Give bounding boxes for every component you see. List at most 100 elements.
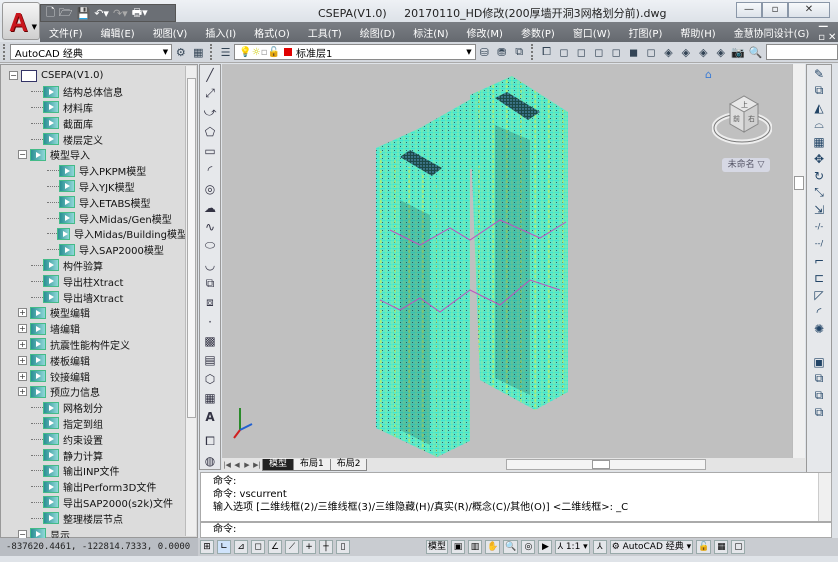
view-3-icon[interactable]: ⧉ — [807, 387, 831, 404]
iso-nw-icon[interactable]: ◈ — [713, 44, 728, 60]
new-icon[interactable]: 🗋 — [46, 4, 55, 23]
view-2-icon[interactable]: ⧉ — [807, 370, 831, 387]
tree-item[interactable]: 截面库 — [5, 115, 187, 131]
view-right-icon[interactable]: ◻ — [608, 44, 623, 60]
otrack-icon[interactable]: ⟋ — [285, 540, 299, 554]
menu-item[interactable]: 金慧协同设计(G) — [725, 25, 819, 40]
tree-item[interactable]: − 模型导入 — [5, 147, 187, 163]
array-icon[interactable]: ▦ — [807, 133, 831, 150]
ellipse-arc-icon[interactable]: ◡ — [200, 255, 220, 274]
join-icon[interactable]: ⊏ — [807, 269, 831, 286]
point-icon[interactable]: · — [200, 312, 220, 331]
make-current-icon[interactable]: ⛁ — [477, 44, 492, 60]
trim-icon[interactable]: -/- — [807, 218, 831, 235]
tree-item[interactable]: 楼层定义 — [5, 131, 187, 147]
maximize-button[interactable]: ▫ — [762, 2, 788, 18]
layouts-icon[interactable]: ▥ — [468, 540, 483, 554]
tree-item[interactable]: 静力计算 — [5, 447, 187, 463]
grid-icon[interactable]: ∟ — [217, 540, 231, 554]
rectangle-icon[interactable]: ▭ — [200, 141, 220, 160]
tree-scrollbar[interactable] — [185, 66, 196, 536]
application-menu-button[interactable]: A ▼ — [2, 2, 40, 40]
tree-item[interactable]: 导出SAP2000(s2k)文件 — [5, 495, 187, 511]
iso-sw-icon[interactable]: ◈ — [661, 44, 676, 60]
gear-icon[interactable]: ⚙ — [173, 44, 188, 60]
tree-item[interactable]: 导入Midas/Building模型 — [5, 226, 187, 242]
menu-item[interactable]: 工具(T) — [299, 25, 351, 40]
scrollbar-thumb[interactable] — [794, 176, 804, 190]
lineweight-icon[interactable]: ┼ — [319, 540, 333, 554]
chamfer-icon[interactable]: ◸ — [807, 286, 831, 303]
camera-icon[interactable]: 📷 — [730, 44, 745, 60]
workspace-switch[interactable]: ⚙ AutoCAD 经典 ▾ — [609, 540, 694, 554]
view-1-icon[interactable]: ▣ — [807, 353, 831, 370]
make-block-icon[interactable]: ⧈ — [200, 293, 220, 312]
scrollbar-thumb[interactable] — [187, 78, 196, 418]
tab-layout1[interactable]: 布局1 — [293, 458, 331, 471]
spline-icon[interactable]: ∿ — [200, 217, 220, 236]
view-left-icon[interactable]: ◻ — [591, 44, 606, 60]
revcloud-icon[interactable]: ☁ — [200, 198, 220, 217]
layer-manager-icon[interactable]: ☰ — [218, 44, 233, 60]
prev-tab-icon[interactable]: ◀ — [232, 461, 242, 469]
view-front-icon[interactable]: ◼ — [626, 44, 641, 60]
layer-state-icon[interactable]: ⧉ — [511, 44, 526, 60]
toolbar-grip[interactable] — [209, 44, 214, 60]
tree-item[interactable]: 导入Midas/Gen模型 — [5, 210, 187, 226]
layout-icon[interactable]: ▣ — [451, 540, 466, 554]
minimize-button[interactable]: — — [736, 2, 762, 18]
zoom-previous-icon[interactable]: 🔍 — [748, 44, 763, 60]
tree-item[interactable]: 结构总体信息 — [5, 84, 187, 100]
mirror-icon[interactable]: ◭ — [807, 99, 831, 116]
tree-item[interactable]: − CSEPA(V1.0) — [5, 68, 187, 84]
named-view-dropdown[interactable]: 未命名 ▽ — [722, 158, 770, 172]
scale-icon[interactable]: ⤡ — [807, 184, 831, 201]
menu-item[interactable]: 绘图(D) — [351, 25, 405, 40]
annotation-visibility-icon[interactable]: ⅄ — [592, 540, 607, 554]
first-tab-icon[interactable]: |◀ — [222, 461, 232, 469]
next-tab-icon[interactable]: ▶ — [242, 461, 252, 469]
tree-item[interactable]: 导入YJK模型 — [5, 179, 187, 195]
iso-ne-icon[interactable]: ◈ — [696, 44, 711, 60]
box-icon[interactable]: ⧠ — [200, 432, 220, 451]
polyline-icon[interactable]: ⤻ — [200, 103, 220, 122]
clean-screen-icon[interactable]: ▢ — [731, 540, 746, 554]
construction-line-icon[interactable]: ⤢ — [200, 84, 220, 103]
ellipse-icon[interactable]: ⬭ — [200, 236, 220, 255]
showmotion-icon[interactable]: ▶ — [538, 540, 553, 554]
hardware-accel-icon[interactable]: ▦ — [714, 540, 729, 554]
copy-icon[interactable]: ⧉ — [807, 82, 831, 99]
annotation-scale[interactable]: ⅄ 1:1 ▾ — [555, 540, 590, 554]
fillet-icon[interactable]: ◜ — [807, 303, 831, 320]
region-icon[interactable]: ⬡ — [200, 369, 220, 388]
menu-item[interactable]: 帮助(H) — [671, 25, 724, 40]
tree-item[interactable]: + 铰接编辑 — [5, 368, 187, 384]
polar-icon[interactable]: ◻ — [251, 540, 265, 554]
stretch-icon[interactable]: ⇲ — [807, 201, 831, 218]
named-views-icon[interactable]: ⧠ — [539, 44, 554, 60]
menu-item[interactable]: 打图(P) — [620, 25, 672, 40]
rotate-icon[interactable]: ↻ — [807, 167, 831, 184]
expand-icon[interactable]: + — [18, 371, 27, 381]
command-input[interactable]: 命令: — [200, 522, 832, 538]
ortho-icon[interactable]: ⊿ — [234, 540, 248, 554]
hatch-icon[interactable]: ▩ — [200, 331, 220, 350]
polygon-icon[interactable]: ⬠ — [200, 122, 220, 141]
scrollbar-thumb[interactable] — [592, 460, 610, 469]
home-icon[interactable]: ⌂ — [705, 68, 712, 81]
viewcube[interactable]: 上 前 右 — [712, 90, 772, 150]
tree-item[interactable]: 导出墙Xtract — [5, 289, 187, 305]
tree-item[interactable]: 输出Perform3D文件 — [5, 479, 187, 495]
drawing-viewport[interactable] — [222, 64, 792, 458]
qp-icon[interactable]: ▯ — [336, 540, 350, 554]
sphere-icon[interactable]: ◍ — [200, 451, 220, 470]
tab-model[interactable]: 模型 — [262, 458, 295, 471]
lock-icon[interactable]: 🔓 — [696, 540, 712, 554]
expand-icon[interactable]: + — [18, 355, 27, 365]
expand-icon[interactable]: + — [18, 324, 27, 334]
close-button[interactable]: ✕ — [788, 2, 830, 18]
toolbar-grip[interactable] — [3, 44, 7, 60]
view-back-icon[interactable]: ◻ — [643, 44, 658, 60]
command-scrollbar[interactable] — [818, 473, 831, 521]
expand-icon[interactable]: + — [18, 387, 27, 397]
